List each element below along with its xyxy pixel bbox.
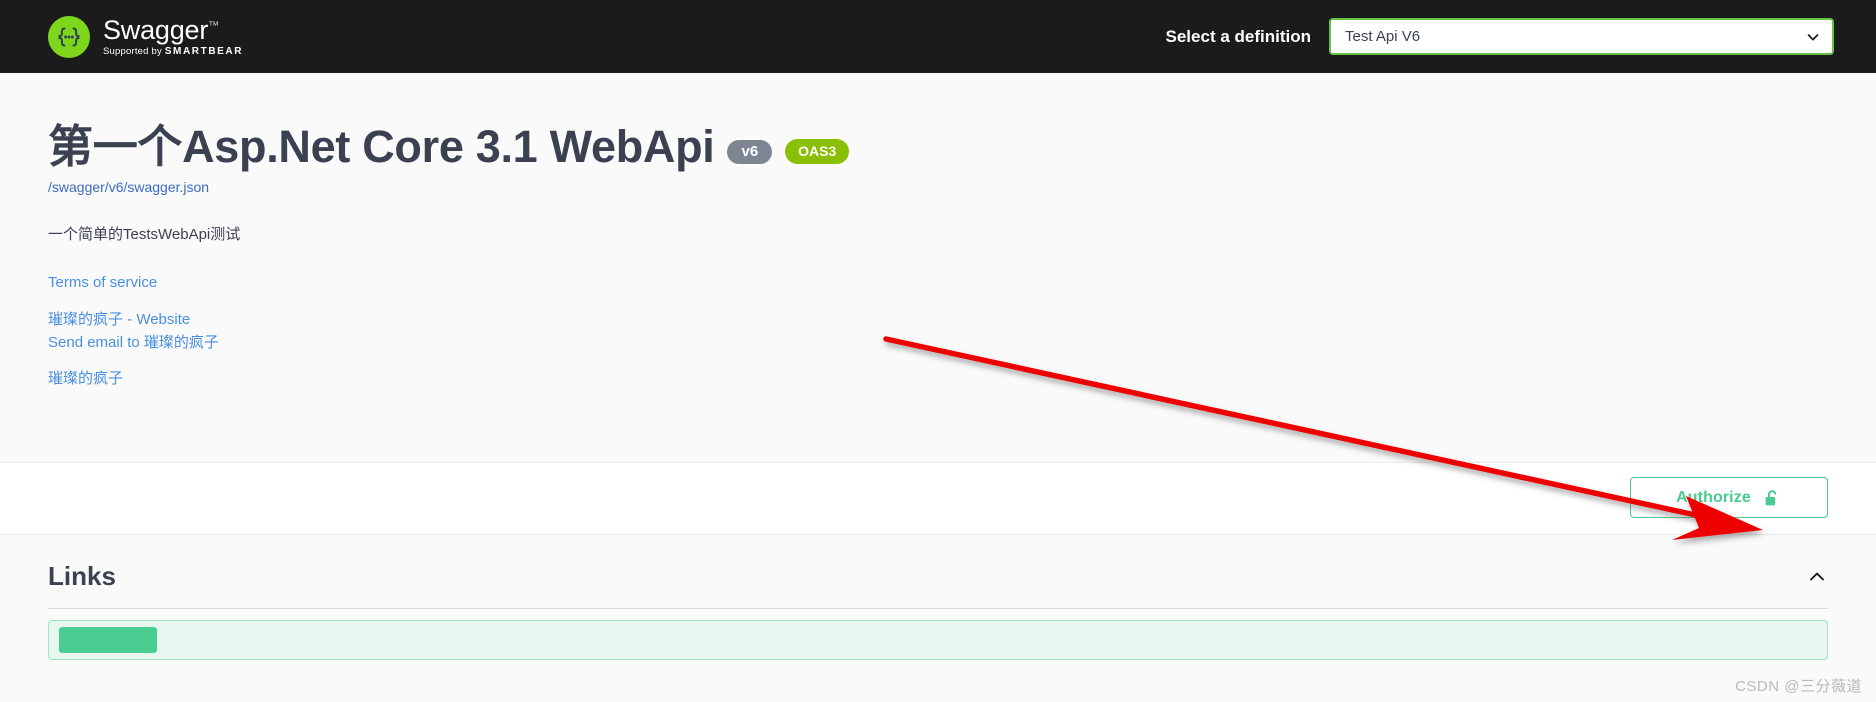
- info-links: Terms of service 璀璨的疯子 - Website Send em…: [48, 271, 1792, 390]
- definition-selector-group: Select a definition Test Api V6: [1166, 18, 1834, 55]
- title-row: 第一个Asp.Net Core 3.1 WebApi v6 OAS3: [48, 121, 1792, 173]
- brand-supported-by: Supported by SMARTBEAR: [103, 45, 244, 57]
- swagger-braces-icon: [48, 15, 90, 58]
- oas-version-badge: OAS3: [785, 138, 850, 164]
- post-method-badge: [59, 627, 157, 654]
- topbar: Swagger™ Supported by SMARTBEAR Select a…: [0, 0, 1876, 73]
- chevron-up-icon[interactable]: [1806, 566, 1828, 588]
- swagger-json-link[interactable]: /swagger/v6/swagger.json: [48, 179, 1792, 195]
- link-spacer: [48, 354, 1792, 367]
- authorize-button[interactable]: Authorize: [1630, 477, 1828, 519]
- tag-header[interactable]: Links: [0, 561, 1876, 592]
- unlocked-padlock-icon: [1762, 488, 1782, 508]
- api-info-section: 第一个Asp.Net Core 3.1 WebApi v6 OAS3 /swag…: [0, 73, 1876, 463]
- brand-name: Swagger™: [103, 14, 219, 45]
- tag-underline: [48, 608, 1828, 610]
- authorize-section: Authorize: [0, 463, 1876, 535]
- trademark-symbol: ™: [208, 19, 219, 32]
- definition-select[interactable]: Test Api V6: [1329, 18, 1834, 55]
- swagger-brand[interactable]: Swagger™ Supported by SMARTBEAR: [48, 14, 244, 58]
- tag-section-links: Links: [0, 535, 1876, 661]
- swagger-ui-page: Swagger™ Supported by SMARTBEAR Select a…: [0, 0, 1876, 702]
- info-container: 第一个Asp.Net Core 3.1 WebApi v6 OAS3 /swag…: [0, 121, 1840, 462]
- definition-selected-value: Test Api V6: [1345, 28, 1421, 45]
- authorize-button-label: Authorize: [1676, 488, 1751, 506]
- authorize-row: Authorize: [0, 477, 1876, 519]
- email-link[interactable]: Send email to 璀璨的疯子: [48, 331, 1792, 354]
- api-description: 一个简单的TestsWebApi测试: [48, 225, 241, 243]
- chevron-down-icon: [1806, 30, 1820, 44]
- tag-title: Links: [48, 561, 116, 592]
- tag-controls: [1806, 566, 1828, 588]
- page-title: 第一个Asp.Net Core 3.1 WebApi: [48, 121, 715, 172]
- website-link[interactable]: 璀璨的疯子 - Website: [48, 308, 1792, 331]
- link-spacer: [48, 295, 1792, 308]
- license-link[interactable]: 璀璨的疯子: [48, 367, 1792, 390]
- definition-label: Select a definition: [1165, 26, 1311, 46]
- operation-row[interactable]: [48, 620, 1828, 661]
- terms-of-service-link[interactable]: Terms of service: [48, 271, 1792, 294]
- csdn-watermark: CSDN @三分薇道: [1735, 678, 1862, 695]
- smartbear-name: SMARTBEAR: [164, 45, 244, 57]
- info-bottom-spacer: [48, 390, 1792, 462]
- version-badge: v6: [727, 139, 773, 164]
- swagger-wordmark: Swagger™ Supported by SMARTBEAR: [103, 14, 244, 57]
